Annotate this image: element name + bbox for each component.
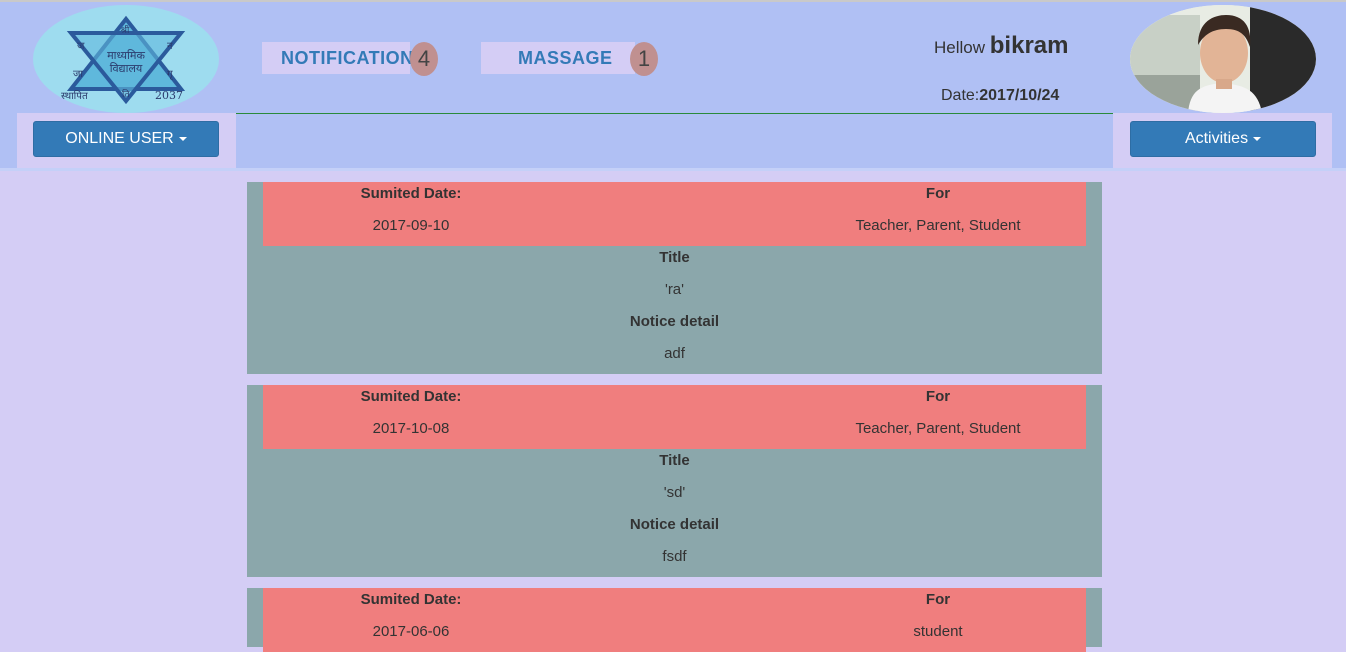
svg-text:ज: ज [77, 41, 85, 52]
svg-text:ति: ति [122, 88, 130, 100]
for-label: For [925, 388, 951, 405]
activities-panel: Activities [1113, 113, 1332, 169]
notice-header: Sumited Date: For 2017-09-10 Teacher, Pa… [263, 182, 1086, 246]
notice-card: Sumited Date: For 2017-10-08 Teacher, Pa… [247, 385, 1102, 577]
page-header: श्री ज न जा गृ माध्यमिक विद्यालय स्थापित… [0, 2, 1346, 169]
for-label: For [925, 591, 951, 608]
svg-text:जा: जा [73, 69, 83, 80]
date-value: 2017/10/24 [979, 87, 1060, 104]
user-avatar[interactable] [1130, 5, 1316, 113]
greeting: Hellow bikram [934, 32, 1068, 60]
notification-tab[interactable]: NOTIFICATION [262, 42, 413, 74]
activities-label: Activities [1184, 130, 1249, 147]
header-bottom-border [0, 168, 1346, 171]
for-value: student [913, 623, 963, 640]
school-logo: श्री ज न जा गृ माध्यमिक विद्यालय स्थापित… [33, 5, 219, 113]
submitted-date-label: Sumited Date: [360, 388, 462, 405]
submitted-date-label: Sumited Date: [360, 591, 462, 608]
svg-text:स्थापित: स्थापित [61, 90, 88, 102]
svg-text:2037: 2037 [155, 89, 183, 102]
notice-card: Sumited Date: For 2017-06-06 student [247, 588, 1102, 652]
title-value: 'ra' [664, 281, 685, 298]
activities-dropdown-button[interactable]: Activities [1130, 121, 1316, 157]
current-date: Date:2017/10/24 [941, 87, 1059, 105]
online-user-label: ONLINE USER [65, 130, 174, 147]
svg-text:न: न [167, 41, 173, 52]
online-user-dropdown-button[interactable]: ONLINE USER [33, 121, 219, 157]
svg-text:श्री: श्री [121, 24, 130, 36]
notice-detail-value: fsdf [662, 548, 687, 565]
message-label: MASSAGE [518, 47, 613, 68]
online-user-panel: ONLINE USER [17, 113, 236, 169]
submitted-date-value: 2017-10-08 [372, 420, 450, 437]
notice-detail-label: Notice detail [629, 516, 720, 533]
date-label: Date: [941, 87, 980, 104]
notice-card: Sumited Date: For 2017-09-10 Teacher, Pa… [247, 182, 1102, 374]
notice-detail-label: Notice detail [629, 313, 720, 330]
submitted-date-label: Sumited Date: [360, 185, 462, 202]
notice-detail-value: adf [664, 345, 685, 362]
title-label: Title [659, 249, 690, 266]
title-label: Title [659, 452, 690, 469]
svg-text:विद्यालय: विद्यालय [110, 62, 143, 75]
submitted-date-value: 2017-09-10 [372, 217, 450, 234]
svg-text:माध्यमिक: माध्यमिक [107, 49, 145, 62]
message-tab[interactable]: MASSAGE [481, 42, 635, 74]
for-label: For [925, 185, 951, 202]
for-value: Teacher, Parent, Student [855, 420, 1021, 437]
svg-text:गृ: गृ [167, 69, 174, 80]
message-count-badge[interactable]: 1 [630, 42, 658, 76]
caret-down-icon [178, 137, 187, 141]
username: bikram [989, 32, 1069, 59]
greeting-text: Hellow [934, 38, 986, 57]
notification-label: NOTIFICATION [281, 47, 414, 68]
for-value: Teacher, Parent, Student [855, 217, 1021, 234]
notification-count-badge[interactable]: 4 [410, 42, 438, 76]
title-value: 'sd' [663, 484, 686, 501]
notice-header: Sumited Date: For 2017-10-08 Teacher, Pa… [263, 385, 1086, 449]
caret-down-icon [1253, 137, 1262, 141]
header-divider [236, 113, 1113, 114]
submitted-date-value: 2017-06-06 [372, 623, 450, 640]
notice-header: Sumited Date: For 2017-06-06 student [263, 588, 1086, 652]
